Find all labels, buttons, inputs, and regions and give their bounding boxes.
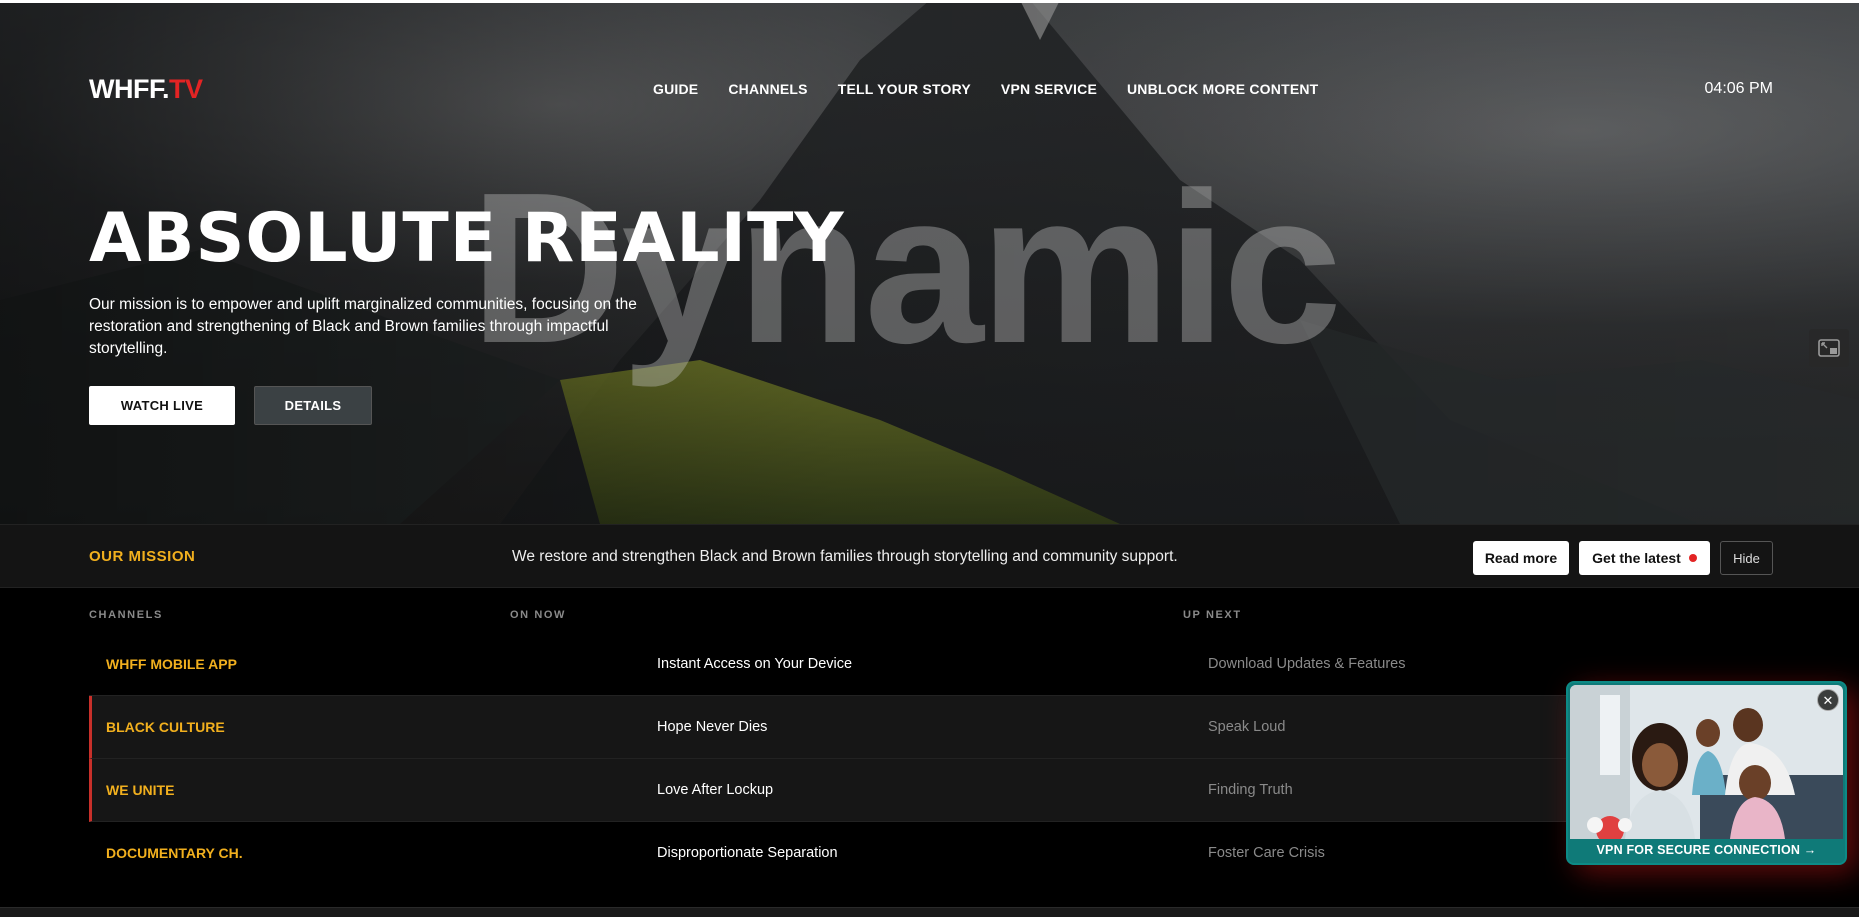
ad-family-image <box>1570 685 1843 839</box>
mission-label: OUR MISSION <box>89 548 196 565</box>
up-next-program: Foster Care Crisis <box>1208 845 1325 861</box>
close-icon: ✕ <box>1822 692 1834 708</box>
nav-tell-your-story[interactable]: TELL YOUR STORY <box>838 81 971 97</box>
read-more-button[interactable]: Read more <box>1473 541 1569 575</box>
logo-main: WHFF. <box>89 74 169 104</box>
hero-description: Our mission is to empower and uplift mar… <box>89 296 637 357</box>
get-the-latest-button[interactable]: Get the latest <box>1579 541 1710 575</box>
up-next-program: Finding Truth <box>1208 782 1293 798</box>
mission-bar: OUR MISSION We restore and strengthen Bl… <box>0 524 1859 588</box>
column-header-on-now: ON NOW <box>510 609 567 621</box>
nav-guide[interactable]: GUIDE <box>653 81 698 97</box>
footer-divider <box>0 907 1859 917</box>
picture-in-picture-icon <box>1818 339 1840 357</box>
logo-accent: TV <box>168 74 203 104</box>
nav-vpn-service[interactable]: VPN SERVICE <box>1001 81 1097 97</box>
live-dot-icon <box>1688 554 1697 562</box>
vpn-ad-popup[interactable]: ✕ VPN FOR SECURE CONNECTION → <box>1566 681 1847 865</box>
up-next-program: Speak Loud <box>1208 719 1286 735</box>
guide-row[interactable]: BLACK CULTURE Hope Never Dies Speak Loud <box>89 696 1769 759</box>
on-now-program: Love After Lockup <box>657 782 774 798</box>
column-header-channels: CHANNELS <box>89 609 163 621</box>
hide-button[interactable]: Hide <box>1720 541 1773 575</box>
channel-name: DOCUMENTARY CH. <box>106 845 243 861</box>
column-header-up-next: UP NEXT <box>1183 609 1242 621</box>
on-now-program: Disproportionate Separation <box>657 845 838 861</box>
picture-in-picture-button[interactable] <box>1809 329 1849 367</box>
hero-title: ABSOLUTE REALITY <box>89 199 845 278</box>
mission-text: We restore and strengthen Black and Brow… <box>512 548 1178 565</box>
up-next-program: Download Updates & Features <box>1208 656 1406 672</box>
guide-row[interactable]: DOCUMENTARY CH. Disproportionate Separat… <box>89 822 1769 885</box>
channel-name: WE UNITE <box>106 782 175 798</box>
channel-name: BLACK CULTURE <box>106 719 225 735</box>
guide-row[interactable]: WHFF MOBILE APP Instant Access on Your D… <box>89 633 1769 696</box>
nav-unblock-more-content[interactable]: UNBLOCK MORE CONTENT <box>1127 81 1318 97</box>
clock: 04:06 PM <box>1704 80 1773 97</box>
on-now-program: Instant Access on Your Device <box>657 656 853 672</box>
ad-cta-link[interactable]: VPN FOR SECURE CONNECTION → <box>1568 843 1845 857</box>
main-nav: GUIDE CHANNELS TELL YOUR STORY VPN SERVI… <box>653 81 1318 97</box>
nav-channels[interactable]: CHANNELS <box>728 81 807 97</box>
get-the-latest-label: Get the latest <box>1592 550 1681 566</box>
hero-section: WHFF.TV GUIDE CHANNELS TELL YOUR STORY V… <box>0 0 1859 524</box>
details-button[interactable]: DETAILS <box>254 386 372 425</box>
on-now-program: Hope Never Dies <box>657 719 768 735</box>
channel-name: WHFF MOBILE APP <box>106 656 237 672</box>
guide-row[interactable]: WE UNITE Love After Lockup Finding Truth <box>89 759 1769 822</box>
site-logo[interactable]: WHFF.TV <box>89 74 203 105</box>
top-border <box>0 0 1859 3</box>
ad-close-button[interactable]: ✕ <box>1817 689 1839 711</box>
watch-live-button[interactable]: WATCH LIVE <box>89 386 235 425</box>
